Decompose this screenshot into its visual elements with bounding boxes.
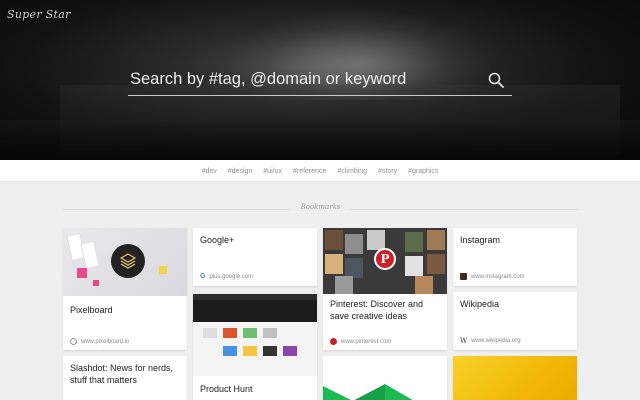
bookmarks-header: Bookmarks: [0, 202, 640, 216]
thumb-shape: [193, 300, 317, 322]
card-title[interactable]: Instagram: [460, 234, 500, 246]
card-domain-text: www.instagram.com: [471, 273, 525, 280]
thumb-shape: [405, 232, 423, 252]
card-domain: W www.wikipedia.org: [460, 337, 521, 345]
pixelboard-favicon-icon: [70, 338, 77, 345]
thumb-shape: [263, 328, 277, 338]
instagram-camera-icon: [460, 273, 467, 280]
bookmark-card-green[interactable]: [323, 356, 447, 400]
pinterest-p-icon: P: [374, 248, 396, 270]
pinterest-favicon-icon: [330, 338, 337, 345]
google-g-icon: G: [200, 273, 206, 280]
card-domain-text: plus.google.com: [209, 273, 254, 280]
thumb-shape: [263, 346, 277, 356]
tag-story[interactable]: #story: [378, 168, 397, 175]
card-domain: www.pixelboard.io: [70, 338, 129, 345]
hero-banner: Super Star Search by #tag, @domain or ke…: [0, 0, 640, 160]
search-bar[interactable]: Search by #tag, @domain or keyword: [128, 66, 512, 96]
thumb-shape: [203, 328, 217, 338]
card-title[interactable]: Pinterest: Discover and save creative id…: [330, 298, 444, 322]
card-domain: www.instagram.com: [460, 273, 525, 280]
thumb-shape: [80, 240, 100, 270]
tag-climbing[interactable]: #climbing: [337, 168, 367, 175]
green-chevron-icon: [323, 384, 413, 400]
layers-icon: [111, 244, 145, 278]
card-domain-text: www.wikipedia.org: [471, 338, 521, 344]
bookmark-card-google[interactable]: Google+ G plus.google.com: [193, 228, 317, 286]
card-title[interactable]: Slashdot: News for nerds, stuff that mat…: [70, 362, 182, 386]
thumb-shape: [367, 230, 385, 250]
thumb-shape: [77, 268, 87, 278]
thumb-shape: [415, 276, 433, 294]
card-domain: G plus.google.com: [200, 273, 253, 280]
tag-uiux[interactable]: #ui/ux: [263, 168, 282, 175]
card-title[interactable]: Product Hunt: [200, 383, 253, 395]
thumb-shape: [345, 234, 363, 254]
tag-graphics[interactable]: #graphics: [408, 168, 438, 175]
bookmark-card-yellow[interactable]: [453, 356, 577, 400]
divider: [350, 209, 578, 210]
card-domain-text: www.pinterest.com: [341, 338, 392, 345]
thumb-shape: [325, 254, 343, 274]
divider: [63, 209, 291, 210]
section-title: Bookmarks: [300, 203, 341, 211]
thumb-shape: [427, 254, 445, 274]
thumb-shape: [243, 346, 257, 356]
pinterest-thumbnail: P: [323, 228, 447, 294]
card-domain-text: www.pixelboard.io: [81, 338, 130, 345]
card-title[interactable]: Wikipedia: [460, 298, 499, 310]
tag-design[interactable]: #design: [228, 168, 253, 175]
tag-dev[interactable]: #dev: [202, 168, 217, 175]
producthunt-thumbnail: [193, 294, 317, 376]
tag-bar: #dev #design #ui/ux #reference #climbing…: [0, 160, 640, 182]
thumb-shape: [223, 346, 237, 356]
green-thumbnail: [323, 356, 447, 400]
bookmark-card-instagram[interactable]: Instagram www.instagram.com: [453, 228, 577, 286]
search-input[interactable]: Search by #tag, @domain or keyword: [130, 70, 406, 89]
thumb-shape: [405, 256, 423, 276]
thumb-shape: [345, 258, 363, 278]
bookmark-card-slashdot[interactable]: Slashdot: News for nerds, stuff that mat…: [63, 356, 187, 400]
wikipedia-w-icon: W: [460, 337, 468, 345]
thumb-shape: [283, 346, 297, 356]
yellow-thumbnail: [453, 356, 577, 400]
tag-list: #dev #design #ui/ux #reference #climbing…: [202, 168, 439, 175]
thumb-shape: [243, 328, 257, 338]
tag-reference[interactable]: #reference: [293, 168, 326, 175]
bookmark-card-wikipedia[interactable]: Wikipedia W www.wikipedia.org: [453, 292, 577, 350]
pixelboard-thumbnail: [63, 228, 187, 296]
thumb-shape: [335, 276, 353, 294]
thumb-shape: [93, 280, 99, 286]
thumb-shape: [223, 328, 237, 338]
hero-sea-image: [0, 120, 640, 160]
card-title[interactable]: Google+: [200, 234, 234, 246]
search-icon[interactable]: [488, 72, 504, 88]
thumb-shape: [427, 230, 445, 250]
thumb-shape: [325, 230, 343, 250]
bookmark-card-pixelboard[interactable]: Pixelboard www.pixelboard.io: [63, 228, 187, 350]
bookmark-card-producthunt[interactable]: Product Hunt: [193, 294, 317, 400]
bookmark-card-pinterest[interactable]: P Pinterest: Discover and save creative …: [323, 228, 447, 350]
brand-logo[interactable]: Super Star: [7, 8, 71, 21]
card-title[interactable]: Pixelboard: [70, 304, 113, 316]
thumb-shape: [159, 266, 167, 274]
card-domain: www.pinterest.com: [330, 338, 391, 345]
